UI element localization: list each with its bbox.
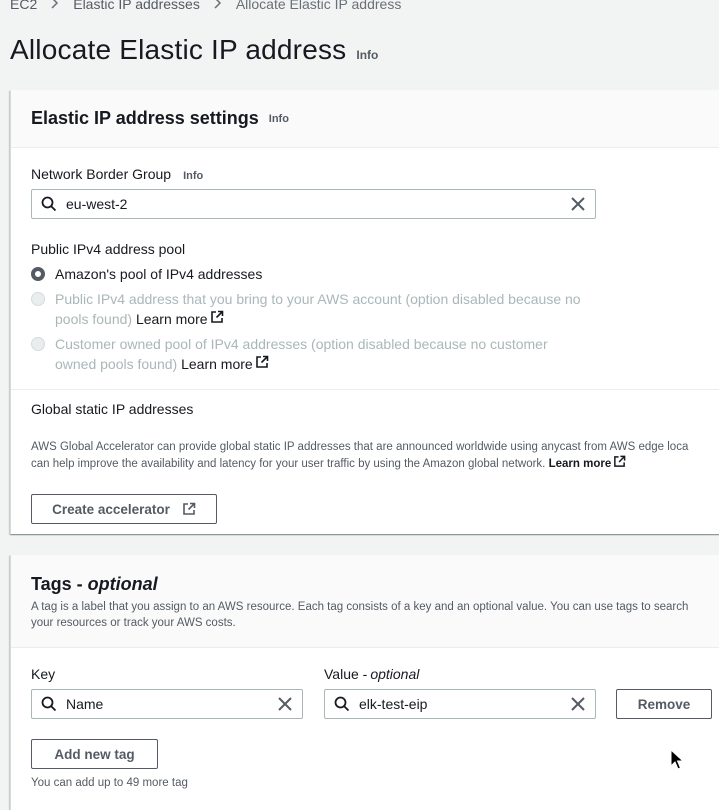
breadcrumb-elastic-ip-addresses[interactable]: Elastic IP addresses bbox=[73, 0, 200, 12]
learn-more-text: Learn more bbox=[181, 356, 253, 372]
remove-tag-button[interactable]: Remove bbox=[616, 689, 712, 719]
tags-title: Tags - optional bbox=[31, 574, 158, 595]
radio-button-disabled bbox=[31, 292, 45, 306]
tags-title-optional: optional bbox=[87, 574, 158, 594]
radio-amazon-pool[interactable]: Amazon's pool of IPv4 addresses bbox=[31, 264, 595, 284]
external-link-icon bbox=[255, 354, 269, 374]
tag-key-label-text: Key bbox=[31, 666, 56, 682]
radio-customer-owned-pool-label: Customer owned pool of IPv4 addresses (o… bbox=[55, 334, 595, 374]
network-border-group-label: Network Border Group Info bbox=[31, 166, 203, 182]
divider bbox=[11, 389, 719, 390]
radio-byoip-line1: Public IPv4 address that you bring to yo… bbox=[55, 291, 581, 307]
breadcrumb-ec2[interactable]: EC2 bbox=[10, 0, 37, 12]
tags-desc-line1: A tag is a label that you assign to an A… bbox=[31, 601, 689, 613]
tag-value-label-optional: optional bbox=[370, 666, 420, 682]
network-border-group-field[interactable] bbox=[66, 191, 561, 217]
page-info-link[interactable]: Info bbox=[356, 48, 378, 62]
clear-icon[interactable] bbox=[561, 697, 595, 711]
create-accelerator-label: Create accelerator bbox=[52, 501, 170, 517]
tag-value-label-text: Value - bbox=[324, 666, 368, 682]
external-link-icon bbox=[182, 502, 196, 516]
page-header: Allocate Elastic IP address Info bbox=[10, 34, 378, 74]
radio-customer-owned-pool: Customer owned pool of IPv4 addresses (o… bbox=[31, 334, 595, 374]
global-static-ip-label-text: Global static IP addresses bbox=[31, 401, 194, 417]
network-border-group-label-text: Network Border Group bbox=[31, 166, 172, 182]
external-link-icon bbox=[613, 455, 626, 473]
elastic-ip-settings-panel: Elastic IP address settings Info Network… bbox=[10, 90, 719, 534]
mouse-cursor-icon bbox=[670, 748, 685, 774]
search-icon bbox=[325, 696, 359, 712]
tags-title-text: Tags - bbox=[31, 574, 88, 594]
radio-byoip-pool-label: Public IPv4 address that you bring to yo… bbox=[55, 289, 595, 329]
tag-value-label: Value - optional bbox=[324, 666, 419, 682]
radio-button-checked[interactable] bbox=[31, 267, 45, 281]
tags-desc-line2: your resources or track your AWS costs. bbox=[31, 617, 236, 629]
ipv4-pool-label-text: Public IPv4 address pool bbox=[31, 241, 186, 257]
tags-header: Tags - optional A tag is a label that yo… bbox=[11, 555, 719, 648]
clear-icon[interactable] bbox=[268, 697, 302, 711]
nbg-info-link[interactable]: Info bbox=[183, 170, 203, 182]
chevron-right-icon bbox=[51, 0, 59, 12]
radio-coip-line2: owned pools found) bbox=[55, 356, 178, 372]
search-icon bbox=[32, 196, 66, 212]
add-new-tag-button[interactable]: Add new tag bbox=[31, 739, 158, 769]
radio-coip-line1: Customer owned pool of IPv4 addresses (o… bbox=[55, 336, 548, 352]
tag-value-input[interactable] bbox=[324, 689, 596, 719]
tag-limit-note: You can add up to 49 more tag bbox=[31, 777, 188, 789]
tag-key-label: Key bbox=[31, 666, 55, 682]
panel-header: Elastic IP address settings Info bbox=[11, 90, 719, 148]
radio-byoip-pool: Public IPv4 address that you bring to yo… bbox=[31, 289, 595, 329]
settings-info-link[interactable]: Info bbox=[269, 113, 289, 125]
radio-amazon-pool-label: Amazon's pool of IPv4 addresses bbox=[55, 266, 263, 282]
global-accelerator-description: AWS Global Accelerator can provide globa… bbox=[31, 439, 719, 473]
external-link-icon bbox=[210, 309, 224, 329]
global-static-ip-label: Global static IP addresses bbox=[31, 401, 193, 417]
tags-panel: Tags - optional A tag is a label that yo… bbox=[10, 555, 719, 810]
page-title: Allocate Elastic IP address bbox=[10, 34, 347, 65]
global-desc-line1: AWS Global Accelerator can provide globa… bbox=[31, 441, 689, 453]
learn-more-text: Learn more bbox=[548, 458, 612, 470]
global-learn-more-link[interactable]: Learn more bbox=[549, 455, 627, 473]
radio-button-disabled bbox=[31, 337, 45, 351]
panel-title: Elastic IP address settings bbox=[31, 108, 259, 128]
radio-byoip-line2: pools found) bbox=[55, 311, 133, 327]
tags-description: A tag is a label that you assign to an A… bbox=[31, 599, 719, 631]
learn-more-text: Learn more bbox=[135, 311, 208, 327]
breadcrumb: EC2 Elastic IP addresses Allocate Elasti… bbox=[10, 0, 401, 14]
search-icon bbox=[32, 696, 66, 712]
network-border-group-input[interactable] bbox=[31, 189, 596, 219]
clear-icon[interactable] bbox=[561, 197, 595, 211]
tag-value-field[interactable] bbox=[359, 691, 561, 717]
ipv4-pool-label: Public IPv4 address pool bbox=[31, 241, 185, 257]
chevron-right-icon bbox=[214, 0, 222, 12]
global-desc-line2: can help improve the availability and la… bbox=[31, 458, 546, 470]
create-accelerator-button[interactable]: Create accelerator bbox=[31, 494, 217, 524]
learn-more-link[interactable]: Learn more bbox=[136, 309, 224, 329]
breadcrumb-current: Allocate Elastic IP address bbox=[235, 0, 402, 12]
tag-key-field[interactable] bbox=[66, 691, 268, 717]
learn-more-link[interactable]: Learn more bbox=[181, 354, 269, 374]
tag-key-input[interactable] bbox=[31, 689, 303, 719]
